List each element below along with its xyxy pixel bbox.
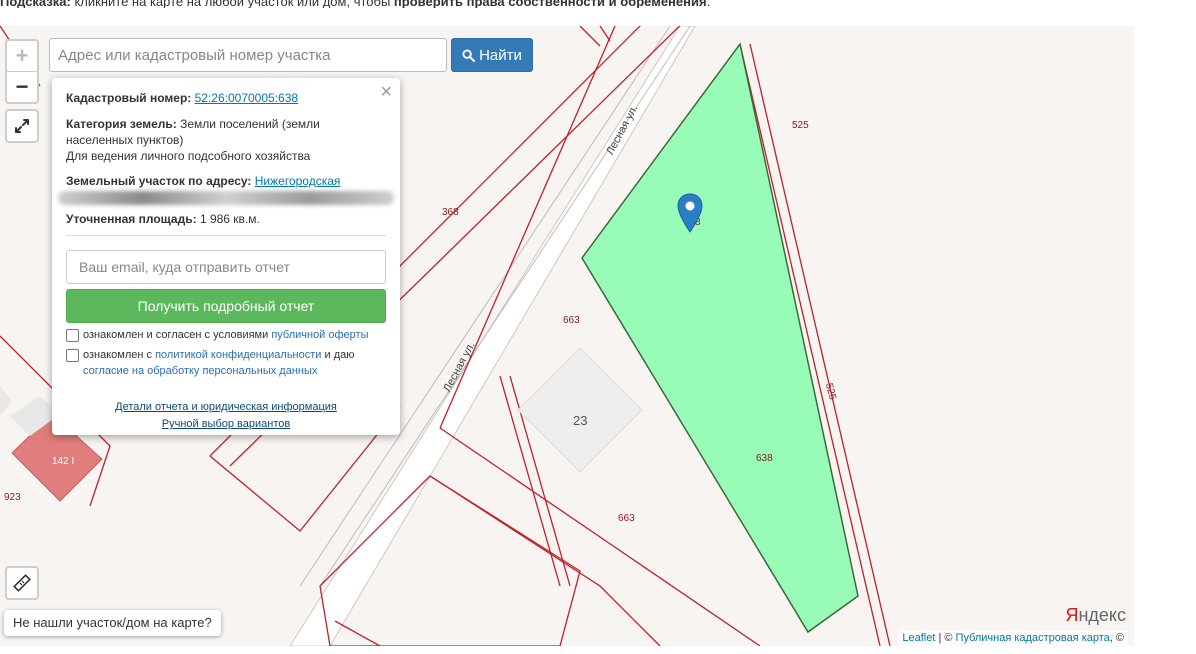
consent-offer-row: ознакомлен и согласен с условиями публич… — [66, 327, 386, 343]
area-value: 1 986 кв.м. — [199, 212, 260, 226]
location-pin-icon[interactable] — [677, 193, 703, 238]
expand-icon — [15, 119, 29, 133]
data-processing-link[interactable]: согласие на обработку персональных данны… — [83, 365, 317, 377]
hint-bold: проверить права собственности и обремене… — [393, 0, 707, 8]
category-row: Категория земель: Земли поселений (земли… — [66, 116, 386, 148]
consent-privacy-row: ознакомлен с политикой конфиденциальност… — [66, 347, 386, 379]
privacy-checkbox[interactable] — [66, 349, 79, 362]
email-field[interactable] — [66, 250, 386, 284]
map[interactable]: 525 525 368 663 663 638 8 23 142 I 923 Л… — [0, 26, 1134, 646]
area-row: Уточненная площадь: 1 986 кв.м. — [66, 211, 386, 227]
fullscreen-button[interactable] — [5, 109, 39, 143]
hint-prefix: Подсказка: — [0, 0, 71, 8]
building-number-23: 23 — [573, 413, 588, 428]
address-row: Земельный участок по адресу: Нижегородск… — [66, 173, 386, 189]
manual-selection-link[interactable]: Ручной выбор вариантов — [66, 416, 386, 433]
parcel-info-popup: × Кадастровый номер: 52:26:0070005:638 К… — [52, 78, 400, 435]
search-icon — [462, 48, 476, 62]
map-label-923: 923 — [4, 492, 21, 503]
privacy-policy-link[interactable]: политикой конфиденциальности — [155, 349, 321, 361]
get-report-button[interactable]: Получить подробный отчет — [66, 289, 386, 323]
cadastral-number-link[interactable]: 52:26:0070005:638 — [195, 91, 298, 105]
hint-line: Подсказка: кликните на карте на любой уч… — [0, 0, 1196, 8]
hint-middle: кликните на карте на любой участок или д… — [70, 0, 394, 8]
ruler-icon — [13, 574, 31, 592]
map-label-368: 368 — [442, 207, 459, 218]
zoom-out-button[interactable]: − — [7, 72, 37, 102]
measure-button[interactable] — [5, 566, 39, 600]
zoom-control: + − — [5, 39, 39, 104]
consent-privacy-text: ознакомлен с политикой конфиденциальност… — [83, 349, 355, 377]
search-button-label: Найти — [479, 46, 522, 64]
zoom-in-button[interactable]: + — [7, 41, 37, 72]
hint-suffix: . — [706, 0, 711, 8]
consent-offer-text: ознакомлен и согласен с условиями публич… — [83, 329, 369, 341]
cadastral-label: Кадастровый номер: — [66, 91, 192, 105]
category-label: Категория земель: — [66, 117, 177, 131]
building-23 — [517, 347, 643, 473]
area-label: Уточненная площадь: — [66, 212, 197, 226]
offer-checkbox[interactable] — [66, 329, 79, 342]
not-found-button[interactable]: Не нашли участок/дом на карте? — [4, 610, 221, 636]
yandex-logo: Яндекс — [1065, 605, 1126, 625]
pkk-link[interactable]: Публичная кадастровая карта — [956, 632, 1110, 644]
address-label: Земельный участок по адресу: — [66, 174, 252, 188]
close-icon[interactable]: × — [380, 82, 392, 102]
usage-text: Для ведения личного подсобного хозяйства — [66, 149, 311, 163]
map-label-638: 638 — [756, 453, 773, 464]
public-offer-link[interactable]: публичной оферты — [271, 329, 368, 341]
leaflet-link[interactable]: Leaflet — [902, 632, 935, 644]
map-label-663b: 663 — [618, 513, 635, 524]
popup-footer-links: Детали отчета и юридическая информация Р… — [66, 399, 386, 433]
report-details-link[interactable]: Детали отчета и юридическая информация — [66, 399, 386, 416]
divider — [66, 235, 386, 236]
map-label-663a: 663 — [563, 315, 580, 326]
blurred-address — [58, 191, 394, 205]
map-attribution: Leaflet | © Публичная кадастровая карта,… — [898, 630, 1128, 646]
map-label-525a: 525 — [792, 120, 809, 131]
map-label-142: 142 I — [52, 456, 75, 467]
search-button[interactable]: Найти — [451, 38, 533, 72]
cadastral-row: Кадастровый номер: 52:26:0070005:638 — [66, 90, 386, 106]
address-link[interactable]: Нижегородская — [255, 174, 341, 188]
address-search-input[interactable] — [49, 38, 447, 72]
